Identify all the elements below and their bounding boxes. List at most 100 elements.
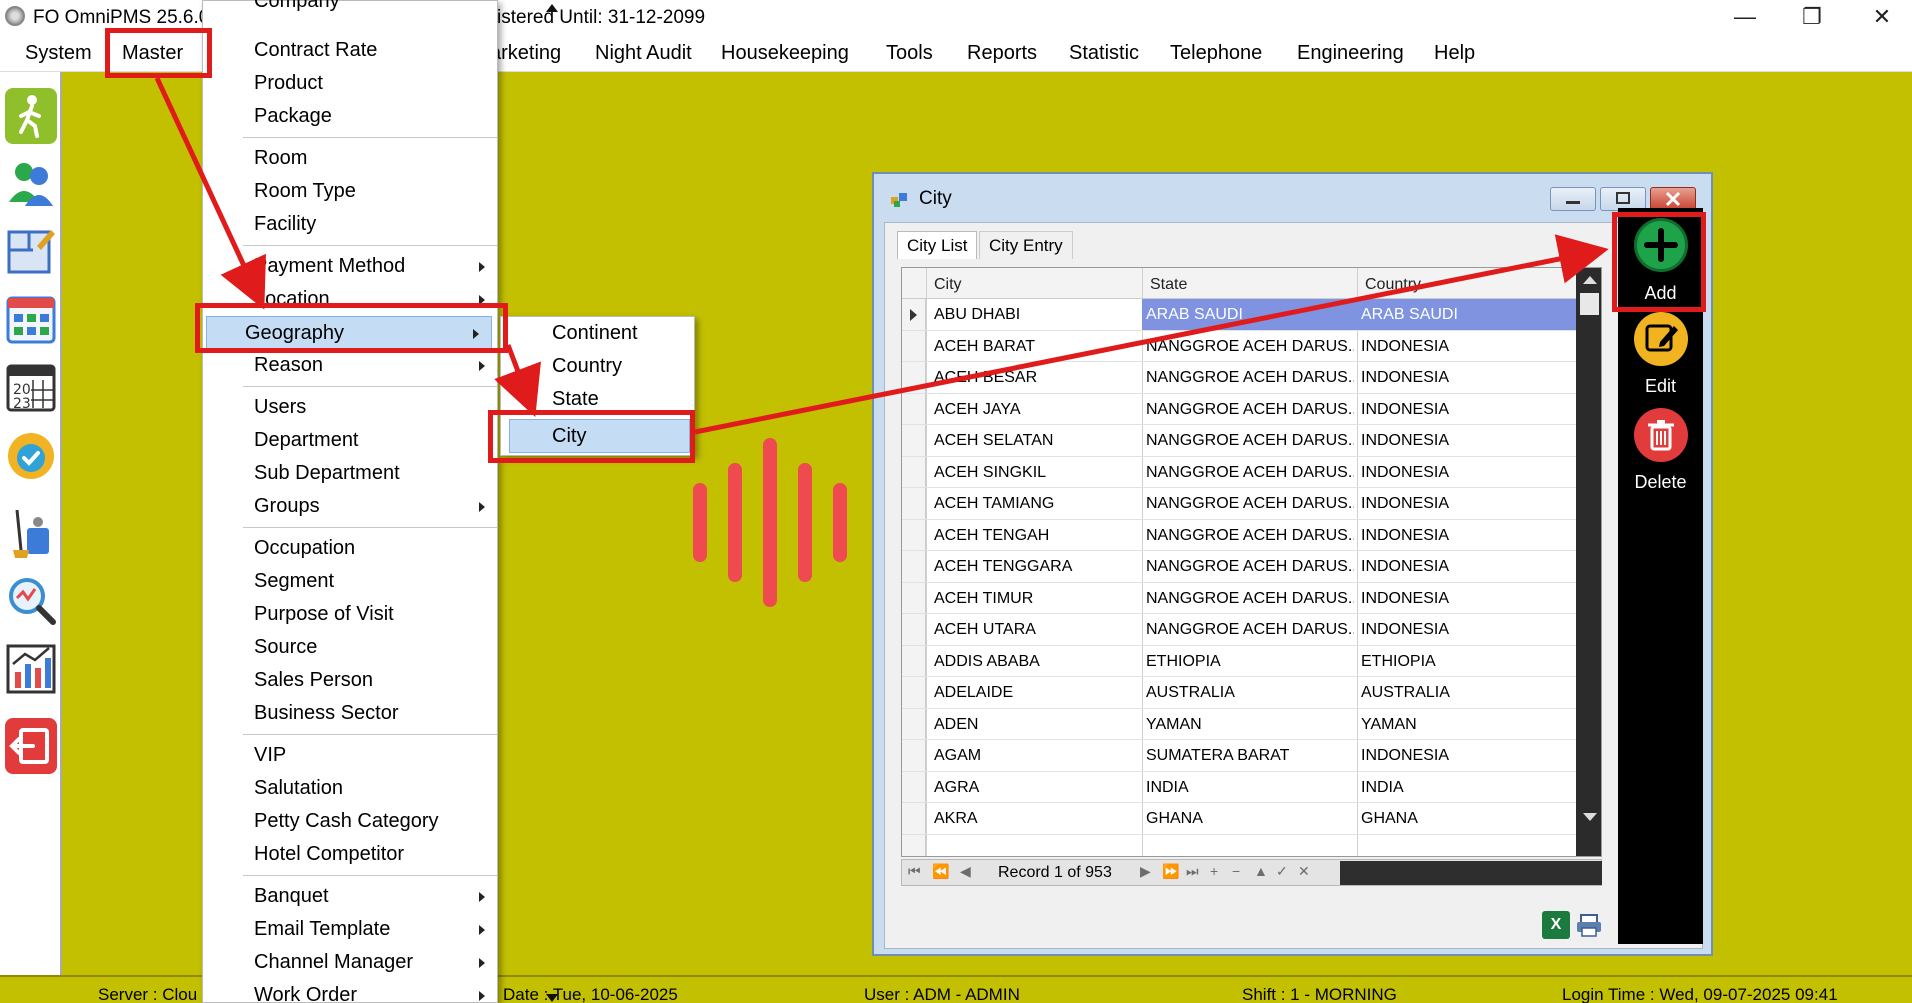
table-row[interactable]: ACEH TAMIANG NANGGROE ACEH DARUS... INDONE… — [902, 488, 1576, 520]
menu-item-product[interactable]: Product — [203, 67, 497, 100]
search-analytics-icon[interactable] — [5, 572, 57, 628]
menu-scroll-down-icon[interactable] — [546, 994, 558, 1002]
edit-record-icon[interactable]: ▲ — [1254, 863, 1268, 879]
chart-report-icon[interactable] — [5, 640, 57, 696]
menu-item-purpose-of-visit[interactable]: Purpose of Visit — [203, 598, 497, 631]
tab-city-entry[interactable]: City Entry — [979, 231, 1073, 259]
menu-tools[interactable]: Tools — [886, 42, 933, 65]
next-page-icon[interactable]: ⏩ — [1162, 863, 1179, 880]
table-row[interactable]: ACEH BESAR NANGGROE ACEH DARUS... INDONESI… — [902, 362, 1576, 394]
menu-item-channel-manager[interactable]: Channel Manager — [203, 946, 497, 979]
remove-record-icon[interactable]: − — [1232, 863, 1240, 879]
scroll-down-icon[interactable] — [1583, 813, 1597, 821]
vertical-scrollbar[interactable] — [1576, 268, 1601, 856]
menu-item-room[interactable]: Room — [203, 142, 497, 175]
menu-item-sub-department[interactable]: Sub Department — [203, 457, 497, 490]
city-grid[interactable]: City State Country ABU DHABI ARAB SAUDI AR… — [901, 267, 1602, 857]
first-page-icon[interactable]: ⏮ — [908, 863, 921, 880]
prev-record-icon[interactable]: ◀ — [960, 863, 971, 880]
menu-night-audit[interactable]: Night Audit — [595, 42, 692, 65]
menu-item-source[interactable]: Source — [203, 631, 497, 664]
city-minimize-button[interactable] — [1550, 187, 1596, 211]
menu-engineering[interactable]: Engineering — [1297, 42, 1404, 65]
column-country[interactable]: Country — [1365, 276, 1421, 294]
close-button[interactable]: ✕ — [1857, 2, 1907, 32]
table-row[interactable]: ACEH SELATAN NANGGROE ACEH DARUS... INDONE… — [902, 425, 1576, 457]
menu-item-vip[interactable]: VIP — [203, 739, 497, 772]
menu-item-package[interactable]: Package — [203, 100, 497, 133]
menu-item-department[interactable]: Department — [203, 424, 497, 457]
table-row[interactable]: ACEH JAYA NANGGROE ACEH DARUS... INDONESIA — [902, 394, 1576, 425]
scroll-up-icon[interactable] — [1583, 276, 1597, 284]
menu-item-payment-method[interactable]: Payment Method — [203, 250, 497, 283]
accept-record-icon[interactable]: ✓ — [1276, 863, 1288, 880]
excel-export-icon[interactable]: X — [1542, 911, 1570, 939]
menu-system[interactable]: System — [25, 42, 92, 65]
delete-icon[interactable] — [1634, 408, 1688, 462]
prev-page-icon[interactable]: ⏪ — [932, 863, 949, 880]
guests-icon[interactable] — [5, 154, 57, 210]
table-row[interactable]: AKRA GHANA GHANA — [902, 803, 1576, 835]
menu-housekeeping[interactable]: Housekeeping — [721, 42, 849, 65]
menu-reports[interactable]: Reports — [967, 42, 1037, 65]
menu-item-salutation[interactable]: Salutation — [203, 772, 497, 805]
delete-button[interactable]: Delete — [1618, 472, 1703, 493]
table-row[interactable]: ACEH UTARA NANGGROE ACEH DARUS... INDONESI… — [902, 614, 1576, 646]
menu-item-reason[interactable]: Reason — [203, 349, 497, 382]
menu-item-facility[interactable]: Facility — [203, 208, 497, 241]
edit-button[interactable]: Edit — [1618, 376, 1703, 397]
horizontal-scrollbar[interactable] — [1340, 861, 1602, 885]
print-icon[interactable] — [1575, 913, 1603, 937]
restore-button[interactable]: ❐ — [1787, 2, 1837, 32]
logout-icon[interactable] — [5, 718, 57, 774]
menu-item-work-order[interactable]: Work Order — [203, 979, 497, 1003]
table-row[interactable]: ADDIS ABABA ETHIOPIA ETHIOPIA — [902, 646, 1576, 677]
menu-item-business-sector[interactable]: Business Sector — [203, 697, 497, 730]
submenu-item-country[interactable]: Country — [501, 350, 694, 383]
tab-city-list[interactable]: City List — [897, 231, 978, 259]
calendar-icon[interactable]: 20 23 — [5, 358, 57, 414]
menu-item-groups[interactable]: Groups — [203, 490, 497, 523]
table-row[interactable]: ACEH SINGKIL NANGGROE ACEH DARUS... INDONE… — [902, 457, 1576, 488]
table-row[interactable]: ACEH TENGAH NANGGROE ACEH DARUS... INDONES… — [902, 520, 1576, 551]
table-row[interactable]: AGRA INDIA INDIA — [902, 772, 1576, 803]
column-state[interactable]: State — [1150, 276, 1187, 294]
last-page-icon[interactable]: ⏭ — [1186, 863, 1199, 880]
next-record-icon[interactable]: ▶ — [1140, 863, 1151, 880]
table-row[interactable]: ACEH TENGGARA NANGGROE ACEH DARUS... INDON… — [902, 551, 1576, 583]
menu-item-petty-cash-category[interactable]: Petty Cash Category — [203, 805, 497, 838]
menu-statistic[interactable]: Statistic — [1069, 42, 1139, 65]
floor-plan-icon[interactable] — [5, 222, 57, 278]
submenu-item-continent[interactable]: Continent — [501, 317, 694, 350]
room-grid-icon[interactable] — [5, 290, 57, 346]
menu-telephone[interactable]: Telephone — [1170, 42, 1262, 65]
menu-item-occupation[interactable]: Occupation — [203, 532, 497, 565]
menu-item-users[interactable]: Users — [203, 391, 497, 424]
table-row[interactable]: ACEH BARAT NANGGROE ACEH DARUS... INDONESI… — [902, 331, 1576, 362]
menu-marketing[interactable]: arketing — [490, 42, 561, 65]
menu-item-segment[interactable]: Segment — [203, 565, 497, 598]
scroll-thumb[interactable] — [1580, 293, 1599, 315]
table-row[interactable]: AGAM SUMATERA BARAT INDONESIA — [902, 740, 1576, 772]
minimize-button[interactable]: — — [1720, 2, 1770, 32]
add-record-icon[interactable]: + — [1210, 863, 1218, 879]
menu-help[interactable]: Help — [1434, 42, 1475, 65]
housekeeping-icon[interactable] — [5, 504, 57, 560]
menu-item-sales-person[interactable]: Sales Person — [203, 664, 497, 697]
menu-item-hotel-competitor[interactable]: Hotel Competitor — [203, 838, 497, 871]
menu-scroll-up-icon[interactable] — [546, 4, 558, 12]
menu-item-contract-rate[interactable]: Contract Rate — [203, 34, 497, 67]
availability-icon[interactable] — [5, 428, 57, 484]
table-row[interactable]: ABU DHABI ARAB SAUDI ARAB SAUDI — [902, 299, 1576, 331]
edit-icon[interactable] — [1634, 312, 1688, 366]
table-row[interactable]: ADEN YAMAN YAMAN — [902, 709, 1576, 740]
menu-item-company[interactable]: Company — [203, 0, 497, 18]
table-row[interactable]: ADELAIDE AUSTRALIA AUSTRALIA — [902, 677, 1576, 709]
cancel-record-icon[interactable]: ✕ — [1298, 863, 1310, 880]
menu-item-room-type[interactable]: Room Type — [203, 175, 497, 208]
table-row[interactable]: ACEH TIMUR NANGGROE ACEH DARUS... INDONESI… — [902, 583, 1576, 614]
menu-item-email-template[interactable]: Email Template — [203, 913, 497, 946]
column-city[interactable]: City — [934, 276, 962, 294]
walk-in-icon[interactable] — [5, 88, 57, 144]
menu-item-banquet[interactable]: Banquet — [203, 880, 497, 913]
